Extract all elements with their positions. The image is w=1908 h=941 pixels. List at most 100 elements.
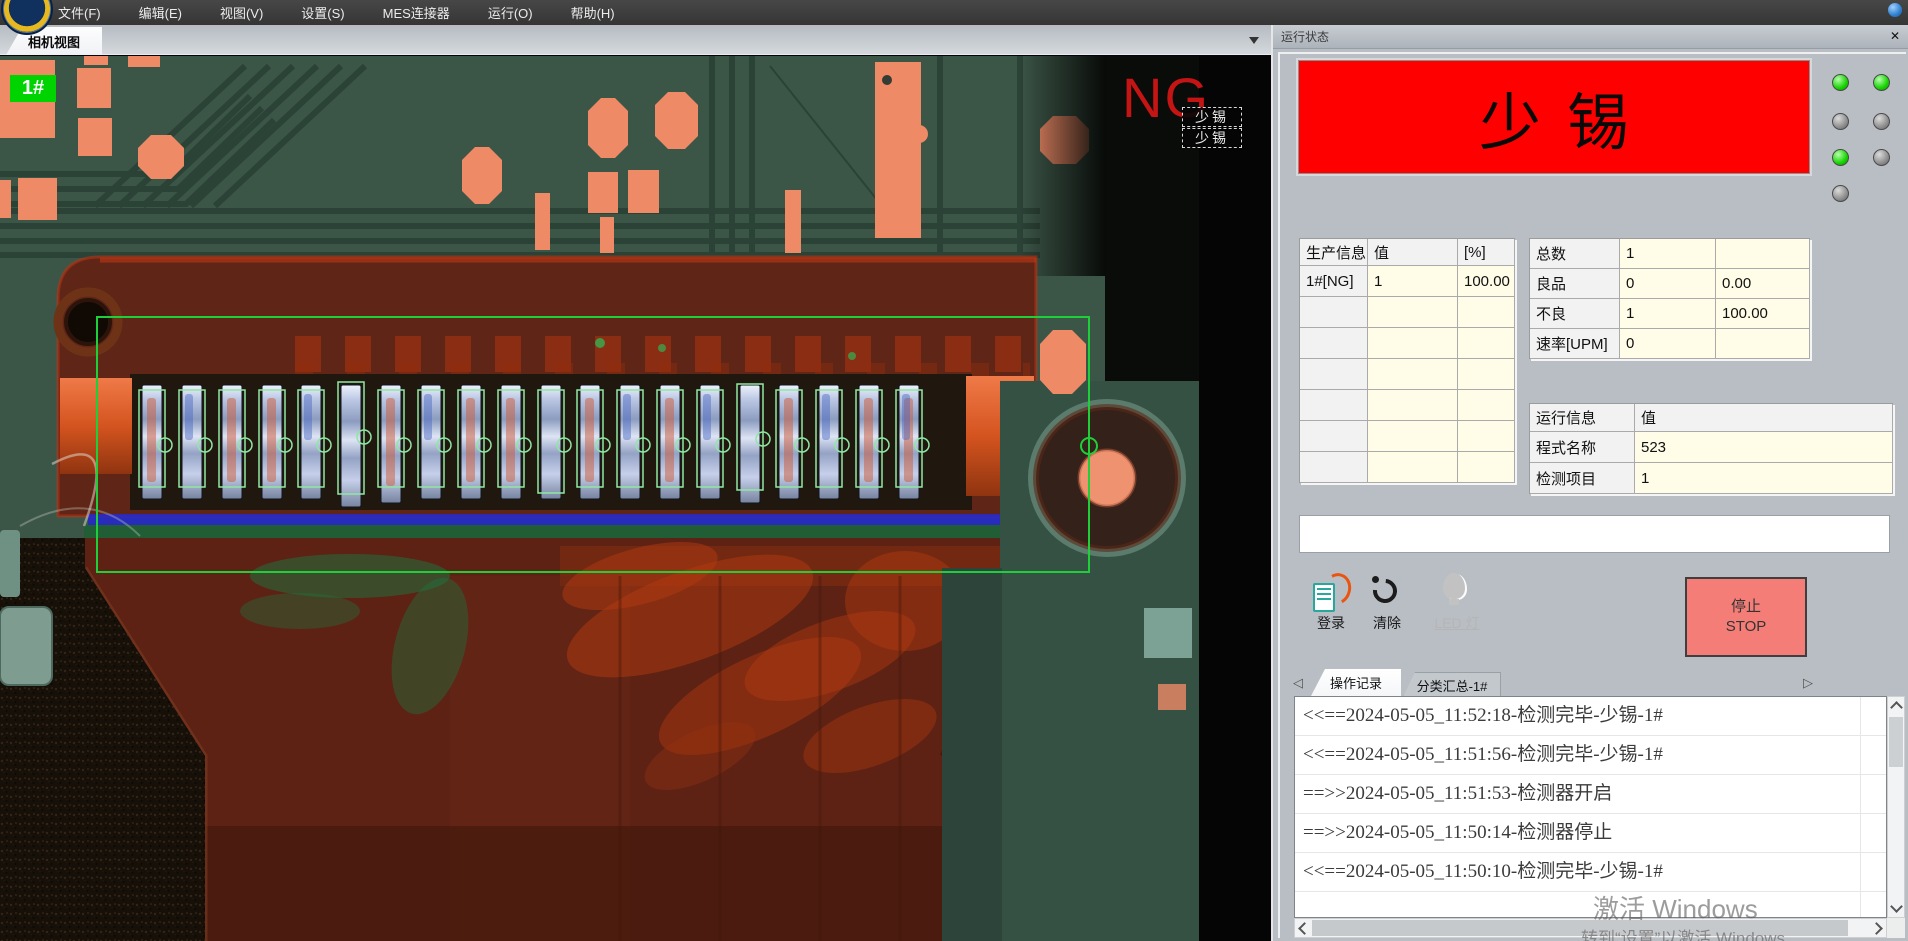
chevron-down-icon[interactable] [1249,37,1259,44]
table-cell [1368,452,1458,483]
camera-tabbar: 相机视图 [0,25,1271,55]
table-cell [1368,297,1458,328]
menu-item[interactable]: 帮助(H) [567,1,619,24]
table-cell: 不良 [1530,299,1620,329]
log-row: <<==2024-05-05_11:51:56-检测完毕-少锡-1# [1295,736,1886,775]
log-row: <<==2024-05-05_11:52:18-检测完毕-少锡-1# [1295,697,1886,736]
table-cell: 0.00 [1716,269,1810,299]
menu-bar: 文件(F) 编辑(E) 视图(V) 设置(S) MES连接器 运行(O) 帮助(H) [0,0,1908,25]
indicator-light [1832,74,1849,91]
defect-labels: 少锡少锡 [1182,107,1242,149]
table-cell: 0 [1620,329,1716,359]
table-cell: 值 [1635,404,1893,432]
pcb-photo [0,56,1199,941]
scrollbar-corner [1887,918,1905,938]
panel-titlebar: 运行状态 ✕ [1273,25,1908,49]
stop-label-en: STOP [1726,617,1767,637]
table-cell: 运行信息 [1530,404,1635,432]
table-cell: 生产信息 [1300,239,1368,266]
table-cell [1368,328,1458,359]
menu-item[interactable]: 运行(O) [484,1,537,24]
table-cell [1300,452,1368,483]
led-button: LED 灯 [1429,613,1485,633]
clear-button[interactable]: 清除 [1369,613,1405,633]
close-icon[interactable]: ✕ [1887,28,1903,44]
table-cell: 检测项目 [1530,463,1635,494]
log-row: ==>>2024-05-05_11:51:53-检测器开启 [1295,775,1886,814]
table-cell [1458,452,1515,483]
runinfo-table: 运行信息值程式名称523检测项目1 [1529,403,1893,494]
table-cell: 良品 [1530,269,1620,299]
stop-label-cn: 停止 [1731,597,1761,617]
table-cell [1300,421,1368,452]
led-lamp-base [1449,599,1459,605]
production-table: 生产信息值[%]1#[NG]1100.00 [1299,238,1515,483]
indicator-light [1873,74,1890,91]
menu-items: 文件(F) 编辑(E) 视图(V) 设置(S) MES连接器 运行(O) 帮助(H) [54,1,619,24]
log-row: ==>>2024-05-05_11:50:14-检测器停止 [1295,814,1886,853]
flex-cable [85,528,1035,941]
menu-item[interactable]: 编辑(E) [135,1,186,24]
table-cell: [%] [1458,239,1515,266]
table-cell: 100.00 [1458,266,1515,297]
status-banner: 少锡 [1298,60,1810,174]
menu-item[interactable]: 设置(S) [297,1,348,24]
indicator-light [1832,113,1849,130]
table-cell: 1 [1620,299,1716,329]
table-cell [1300,328,1368,359]
horizontal-scrollbar[interactable] [1294,918,1887,938]
menu-item[interactable]: 视图(V) [216,1,267,24]
defect-label: 少锡 [1182,128,1242,148]
menu-item[interactable]: MES连接器 [379,1,454,24]
table-cell: 523 [1635,432,1893,463]
table-cell: 速率[UPM] [1530,329,1620,359]
table-cell: 1 [1635,463,1893,494]
log-row: <<==2024-05-05_11:50:10-检测完毕-少锡-1# [1295,853,1886,892]
table-cell [1458,359,1515,390]
scroll-up-icon[interactable] [1890,701,1903,714]
table-cell [1368,390,1458,421]
table-cell: 100.00 [1716,299,1810,329]
table-cell [1368,421,1458,452]
tab-category-summary[interactable]: 分类汇总-1# [1403,672,1501,697]
indicator-light [1873,113,1890,130]
tab-scroll-right-icon[interactable]: ▷ [1803,675,1813,691]
scroll-left-icon[interactable] [1298,922,1311,935]
table-cell [1300,390,1368,421]
log-column-divider [1860,697,1861,917]
app-window: 文件(F) 编辑(E) 视图(V) 设置(S) MES连接器 运行(O) 帮助(H) 相机视… [0,0,1908,941]
station-label: 1# [10,75,56,102]
menu-item[interactable]: 文件(F) [54,1,105,24]
led-lamp-icon [1443,573,1465,599]
tab-operation-log[interactable]: 操作记录 [1311,669,1401,696]
table-cell: 0 [1620,269,1716,299]
tab-scroll-left-icon[interactable]: ◁ [1293,675,1303,691]
login-icon[interactable] [1311,575,1347,611]
table-cell [1716,329,1810,359]
indicator-lights [1832,74,1894,206]
via-pad [1028,399,1186,557]
table-cell: 1 [1620,239,1716,269]
defect-label: 少锡 [1182,107,1242,127]
scroll-right-icon[interactable] [1870,922,1883,935]
table-cell: 1 [1368,266,1458,297]
scroll-down-icon[interactable] [1890,900,1903,913]
run-status-panel: 运行状态 ✕ 少锡 生产信息值[%]1#[NG]1100.00 总数1良品00.… [1271,25,1908,941]
table-cell [1458,328,1515,359]
vertical-scroll-thumb[interactable] [1889,717,1903,767]
table-cell: 程式名称 [1530,432,1635,463]
camera-view: 1# NG 少锡少锡 [0,55,1271,941]
stop-button[interactable]: 停止 STOP [1685,577,1807,657]
login-button[interactable]: 登录 [1309,613,1353,633]
indicator-light [1832,149,1849,166]
table-cell [1716,239,1810,269]
table-cell: 总数 [1530,239,1620,269]
indicator-light [1832,185,1849,202]
table-cell: 1#[NG] [1300,266,1368,297]
message-box [1299,515,1890,553]
table-cell [1368,359,1458,390]
panel-title: 运行状态 [1281,28,1329,45]
horizontal-scroll-thumb[interactable] [1312,920,1848,936]
operation-log-list[interactable]: <<==2024-05-05_11:52:18-检测完毕-少锡-1#<<==20… [1294,696,1887,918]
vertical-scrollbar[interactable] [1887,696,1905,918]
